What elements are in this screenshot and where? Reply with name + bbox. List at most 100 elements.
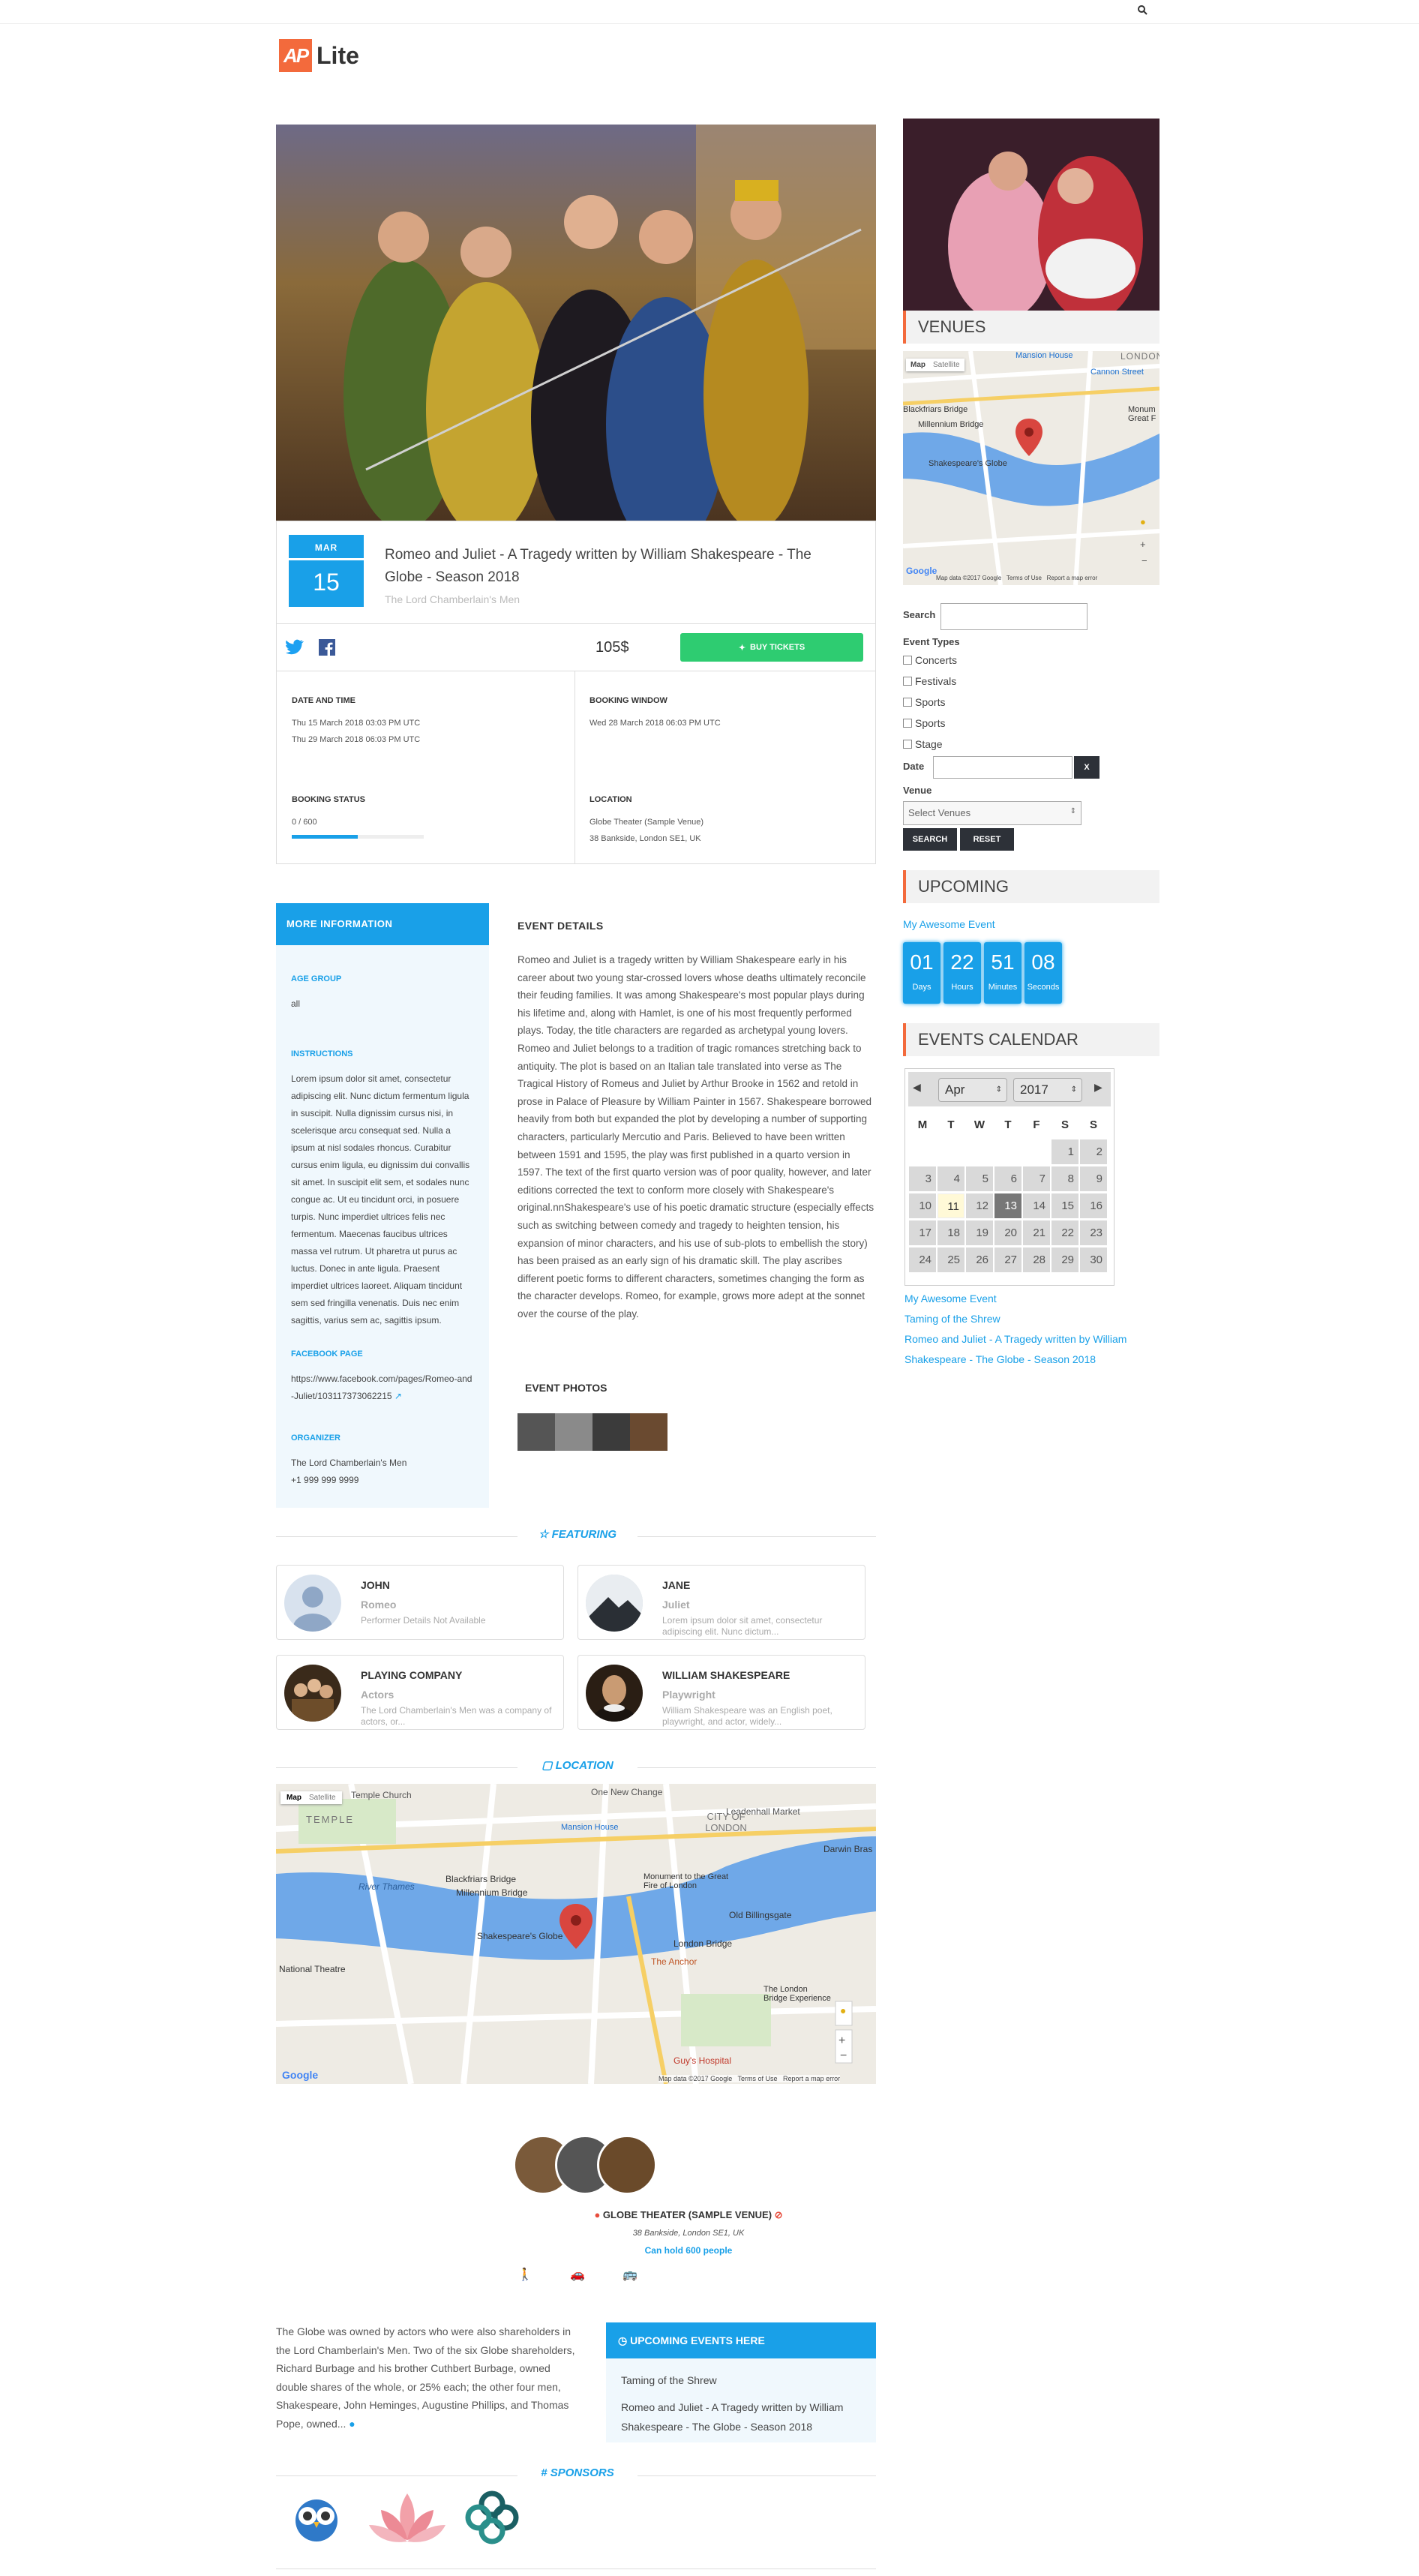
calendar-day[interactable]: 28 — [1023, 1247, 1050, 1272]
search-icon[interactable] — [1137, 5, 1148, 17]
calendar-day[interactable]: 16 — [1080, 1193, 1107, 1218]
upcoming-event-link[interactable]: Romeo and Juliet - A Tragedy written by … — [606, 2397, 861, 2436]
month-select[interactable]: Apr ⇕ — [938, 1078, 1007, 1102]
calendar-day[interactable]: 5 — [966, 1166, 993, 1191]
organizer-phone: +1 999 999 9999 — [291, 1475, 359, 1485]
calendar-day[interactable]: 8 — [1052, 1166, 1078, 1191]
calendar-day[interactable]: 17 — [909, 1220, 936, 1245]
calendar-day[interactable]: 30 — [1080, 1247, 1107, 1272]
zoom-in-icon[interactable]: + — [838, 2034, 845, 2048]
zoom-out-icon[interactable]: − — [1142, 555, 1148, 566]
zoom-out-icon[interactable]: − — [840, 2049, 847, 2063]
site-logo[interactable]: AP Lite — [279, 39, 359, 72]
buy-tickets-button[interactable]: ✦ BUY TICKETS — [680, 633, 863, 662]
event-photo[interactable] — [518, 1413, 555, 1451]
calendar-day[interactable]: 18 — [938, 1220, 964, 1245]
map-tab-satellite[interactable]: Satellite — [309, 1794, 336, 1802]
countdown-hours: 22 Hours — [944, 942, 981, 1004]
calendar-day[interactable]: 2 — [1080, 1139, 1107, 1164]
prev-month-icon[interactable]: ◀ — [913, 1081, 921, 1094]
performer-card[interactable]: JANE Juliet Lorem ipsum dolor sit amet, … — [578, 1565, 866, 1640]
calendar-day[interactable]: 20 — [994, 1220, 1022, 1245]
calendar-day[interactable]: 23 — [1080, 1220, 1107, 1245]
performer-card[interactable]: JOHN Romeo Performer Details Not Availab… — [276, 1565, 564, 1640]
date-clear-button[interactable]: X — [1074, 756, 1100, 779]
calendar-day[interactable]: 10 — [909, 1193, 936, 1218]
weekday-label: S — [1089, 1118, 1097, 1131]
calendar-day[interactable]: 29 — [1052, 1247, 1078, 1272]
facebook-page-link[interactable]: https://www.facebook.com/pages/Romeo-and… — [291, 1374, 472, 1401]
venues-map[interactable]: Map Satellite Mansion House Cannon Stree… — [903, 351, 1160, 585]
map-type-toggle[interactable]: Map Satellite — [280, 1791, 342, 1804]
calendar-day[interactable]: 21 — [1023, 1220, 1050, 1245]
small-map-type-toggle[interactable]: Map Satellite — [906, 359, 964, 371]
venue-photo[interactable] — [597, 2135, 657, 2195]
calendar-day[interactable]: 15 — [1052, 1193, 1078, 1218]
calendar-day[interactable]: 11 — [938, 1193, 964, 1218]
event-photo[interactable] — [592, 1413, 630, 1451]
calendar-day[interactable]: 27 — [994, 1247, 1022, 1272]
calendar-day[interactable]: 7 — [1023, 1166, 1050, 1191]
small-map-tab-satellite[interactable]: Satellite — [933, 361, 960, 369]
sponsor-logo-knot[interactable] — [462, 2487, 522, 2550]
calendar-day[interactable]: 1 — [1052, 1139, 1078, 1164]
search-input[interactable] — [940, 603, 1088, 630]
event-organizer-line: The Lord Chamberlain's Men — [385, 593, 520, 605]
performer-card[interactable]: PLAYING COMPANY Actors The Lord Chamberl… — [276, 1655, 564, 1730]
event-type-checkbox[interactable]: Sports — [903, 713, 957, 734]
facebook-icon[interactable] — [319, 639, 335, 658]
event-type-checkbox[interactable]: Sports — [903, 692, 957, 713]
calendar-day[interactable]: 4 — [938, 1166, 964, 1191]
location-map[interactable]: Map Satellite Temple Church One New Chan… — [276, 1784, 876, 2084]
pegman-icon[interactable]: ● — [840, 2004, 846, 2016]
calendar-day[interactable]: 12 — [966, 1193, 993, 1218]
reset-button[interactable]: RESET — [960, 828, 1014, 851]
event-photo[interactable] — [630, 1413, 668, 1451]
featuring-heading: ☆ FEATURING — [518, 1527, 638, 1541]
organizer-name: The Lord Chamberlain's Men — [291, 1458, 407, 1468]
event-type-checkbox[interactable]: Concerts — [903, 650, 957, 671]
performer-role: Playwright — [662, 1689, 716, 1701]
next-month-icon[interactable]: ▶ — [1094, 1081, 1102, 1094]
zoom-in-icon[interactable]: + — [1140, 539, 1146, 550]
event-photo[interactable] — [555, 1413, 592, 1451]
event-type-checkbox[interactable]: Stage — [903, 734, 957, 755]
upcoming-event-link[interactable]: My Awesome Event — [903, 918, 995, 930]
sponsor-logo-lotus[interactable] — [366, 2487, 448, 2550]
booking-status-block: BOOKING STATUS 0 / 600 — [292, 791, 424, 839]
location-heading-label: LOCATION — [555, 1759, 614, 1772]
calendar-event-links: My Awesome Event Taming of the Shrew Rom… — [904, 1289, 1160, 1370]
small-map-tab-map[interactable]: Map — [910, 361, 926, 369]
performer-card[interactable]: WILLIAM SHAKESPEARE Playwright William S… — [578, 1655, 866, 1730]
read-more-icon[interactable]: ● — [349, 2418, 355, 2430]
calendar-event-link[interactable]: Romeo and Juliet - A Tragedy written by … — [904, 1333, 1126, 1365]
venue-select[interactable]: Select Venues ⇕ — [903, 801, 1082, 825]
calendar-day[interactable]: 14 — [1023, 1193, 1050, 1218]
date-input[interactable] — [933, 756, 1072, 779]
year-select[interactable]: 2017 ⇕ — [1013, 1078, 1082, 1102]
map-tab-map[interactable]: Map — [286, 1794, 302, 1802]
calendar-day[interactable]: 25 — [938, 1247, 964, 1272]
calendar-day[interactable]: 3 — [909, 1166, 936, 1191]
sponsor-logo-owl[interactable] — [288, 2487, 345, 2547]
event-type-checkbox[interactable]: Festivals — [903, 671, 957, 692]
pegman-icon[interactable]: ● — [1140, 516, 1146, 527]
map-footer[interactable]: Map data ©2017 Google Terms of Use Repor… — [658, 2075, 841, 2082]
footer-divider — [276, 2568, 876, 2569]
twitter-icon[interactable] — [286, 639, 304, 658]
calendar-day[interactable]: 19 — [966, 1220, 993, 1245]
small-map-footer[interactable]: Map data ©2017 Google Terms of Use Repor… — [936, 575, 1097, 581]
calendar-day[interactable]: 24 — [909, 1247, 936, 1272]
calendar-week-row: 3456789 — [908, 1165, 1111, 1192]
calendar-day[interactable]: 6 — [994, 1166, 1022, 1191]
calendar-day[interactable]: 13 — [994, 1193, 1022, 1218]
calendar-event-link[interactable]: Taming of the Shrew — [904, 1313, 1000, 1325]
calendar-event-link[interactable]: My Awesome Event — [904, 1293, 997, 1305]
sidebar-featured-image[interactable] — [903, 119, 1160, 311]
calendar-day[interactable]: 9 — [1080, 1166, 1107, 1191]
calendar-day[interactable]: 22 — [1052, 1220, 1078, 1245]
venue-name[interactable]: ● GLOBE THEATER (SAMPLE VENUE) ⊘ — [426, 2209, 951, 2221]
calendar-day[interactable]: 26 — [966, 1247, 993, 1272]
search-button[interactable]: SEARCH — [903, 828, 957, 851]
upcoming-event-link[interactable]: Taming of the Shrew — [606, 2370, 876, 2390]
